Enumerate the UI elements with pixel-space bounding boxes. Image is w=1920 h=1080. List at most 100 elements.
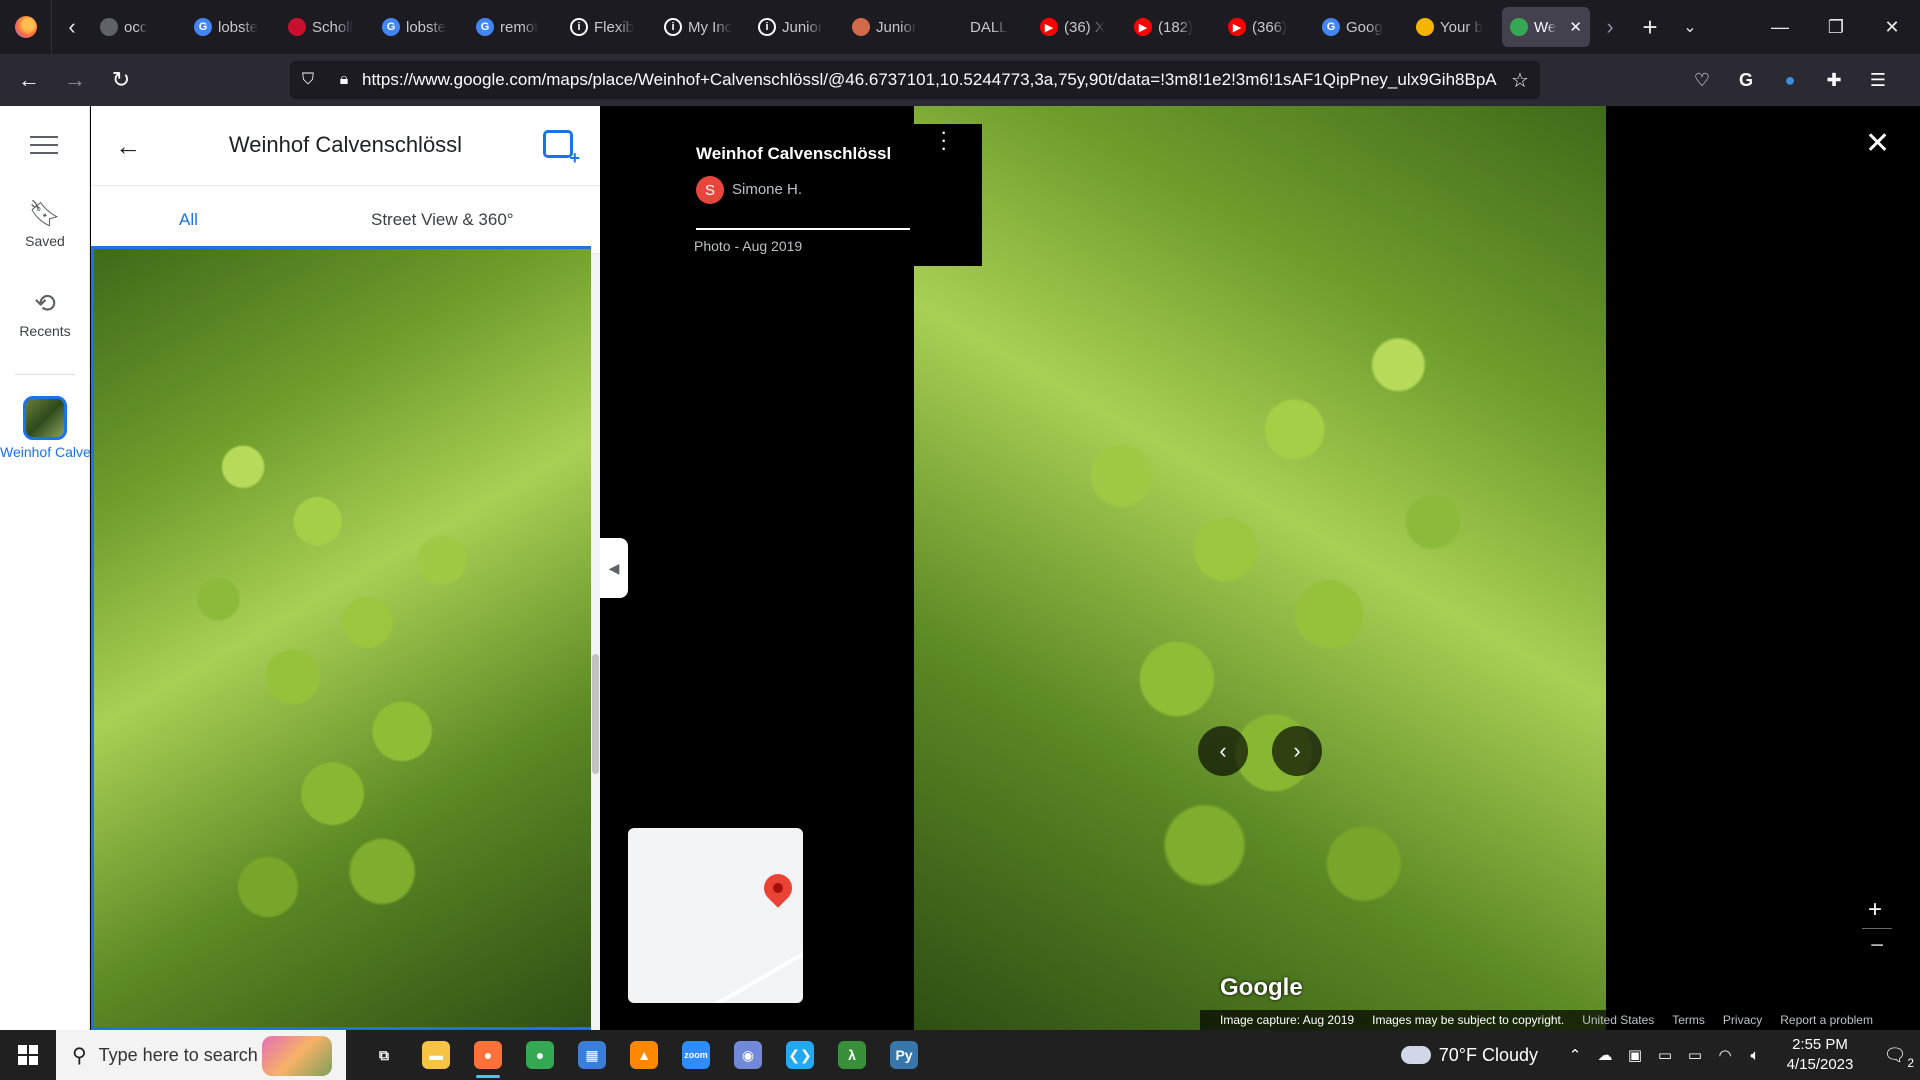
- lambda-app-icon: λ: [838, 1041, 866, 1069]
- zoom-divider: [1862, 928, 1892, 929]
- taskbar-python[interactable]: Py: [878, 1030, 930, 1080]
- author-avatar[interactable]: S: [696, 176, 724, 204]
- report-problem-link[interactable]: Report a problem: [1780, 1013, 1873, 1027]
- weather-widget[interactable]: 70°F Cloudy: [1400, 1044, 1538, 1066]
- taskbar-vlc[interactable]: ▲: [618, 1030, 670, 1080]
- url-text[interactable]: https://www.google.com/maps/place/Weinho…: [362, 70, 1500, 90]
- taskbar-vscode[interactable]: ❮❯: [774, 1030, 826, 1080]
- display-icon[interactable]: ▭: [1650, 1046, 1680, 1064]
- close-window-button[interactable]: ✕: [1864, 0, 1920, 54]
- windows-taskbar: ⚲ Type here to search ⧉ ▬ ● ● ▦ ▲ zoom ◉ ❮❯ λ Py 7…: [0, 1030, 1920, 1080]
- browser-tab[interactable]: DALL: [938, 7, 1032, 47]
- zoom-in-button[interactable]: +: [1868, 896, 1882, 924]
- tracking-protection-shield-icon[interactable]: ⛉: [290, 71, 326, 89]
- forward-button[interactable]: →: [52, 57, 98, 103]
- taskbar-firefox[interactable]: ●: [462, 1030, 514, 1080]
- next-photo-button[interactable]: ›: [1272, 726, 1322, 776]
- taskbar-discord[interactable]: ◉: [722, 1030, 774, 1080]
- weather-text: 70°F Cloudy: [1438, 1044, 1538, 1065]
- browser-tab[interactable]: G Goog: [1314, 7, 1408, 47]
- author-name[interactable]: Simone H.: [732, 181, 802, 198]
- scroll-tabs-left-icon[interactable]: ‹: [52, 0, 92, 54]
- zoom-out-button[interactable]: −: [1870, 932, 1884, 960]
- browser-tab[interactable]: i Flexib: [562, 7, 656, 47]
- google-logo: Google: [1220, 974, 1303, 1001]
- photo-place-name[interactable]: Weinhof Calvenschlössl: [696, 144, 891, 164]
- rail-saved[interactable]: 🔖︎ Saved: [0, 198, 90, 249]
- volume-icon[interactable]: 🔈︎: [1740, 1047, 1770, 1064]
- onedrive-icon[interactable]: ☁: [1590, 1046, 1620, 1064]
- browser-tab[interactable]: i Junior: [750, 7, 844, 47]
- browser-tab[interactable]: Junior: [844, 7, 938, 47]
- privacy-link[interactable]: Privacy: [1723, 1013, 1762, 1027]
- new-tab-button[interactable]: +: [1630, 0, 1670, 54]
- tab-all[interactable]: All: [179, 186, 198, 254]
- panel-title: Weinhof Calvenschlössl: [228, 132, 463, 157]
- browser-tab[interactable]: occ: [92, 7, 186, 47]
- taskbar-file-explorer[interactable]: ▬: [410, 1030, 462, 1080]
- firefox-menu-icon[interactable]: [0, 0, 52, 54]
- clock[interactable]: 2:55 PM 4/15/2023: [1770, 1035, 1870, 1075]
- previous-photo-button[interactable]: ‹: [1198, 726, 1248, 776]
- mini-map[interactable]: [628, 828, 803, 1003]
- attribution-bar: Image capture: Aug 2019 Images may be su…: [1200, 1010, 1920, 1030]
- more-options-icon[interactable]: · · ·: [940, 121, 947, 159]
- tab-street-view[interactable]: Street View & 360°: [371, 186, 514, 254]
- rail-recent-place[interactable]: Weinhof Calvenschlö: [0, 396, 90, 461]
- extension-blue-icon[interactable]: ●: [1768, 58, 1812, 102]
- extensions-puzzle-icon[interactable]: ✚: [1812, 58, 1856, 102]
- taskbar-lambda-app[interactable]: λ: [826, 1030, 878, 1080]
- app-menu-icon[interactable]: ☰: [1856, 58, 1900, 102]
- notifications-icon[interactable]: 🗨︎ 2: [1870, 1045, 1920, 1070]
- taskbar-calculator[interactable]: ▦: [566, 1030, 618, 1080]
- bookmark-star-icon[interactable]: ☆: [1500, 68, 1540, 93]
- taskbar-task-view[interactable]: ⧉: [358, 1030, 410, 1080]
- browser-tab[interactable]: We ✕: [1502, 7, 1590, 47]
- browser-tab[interactable]: ▶ (366): [1220, 7, 1314, 47]
- start-button[interactable]: [0, 1030, 56, 1080]
- rail-recents[interactable]: ⟲ Recents: [0, 288, 90, 339]
- back-button[interactable]: ←: [6, 57, 52, 103]
- show-hidden-icons-icon[interactable]: ⌃: [1560, 1046, 1590, 1064]
- grammarly-icon[interactable]: G: [1724, 58, 1768, 102]
- taskbar-zoom[interactable]: zoom: [670, 1030, 722, 1080]
- search-highlight-image: [262, 1036, 332, 1076]
- browser-tab[interactable]: ▶ (182): [1126, 7, 1220, 47]
- selected-photo-thumbnail[interactable]: [91, 246, 591, 1030]
- camera-icon[interactable]: ▣: [1620, 1046, 1650, 1064]
- browser-tab[interactable]: Globste: [374, 7, 468, 47]
- close-tab-icon[interactable]: ✕: [1569, 18, 1582, 36]
- browser-tab[interactable]: ▶ (36) X: [1032, 7, 1126, 47]
- browser-tab[interactable]: i My Inc: [656, 7, 750, 47]
- browser-tab[interactable]: Gremot: [468, 7, 562, 47]
- add-photo-camera-icon[interactable]: [543, 130, 580, 169]
- youtube-icon: ▶: [1228, 18, 1246, 36]
- wifi-icon[interactable]: ◠: [1710, 1046, 1740, 1064]
- minimize-button[interactable]: —: [1752, 0, 1808, 54]
- slides-icon: [1416, 18, 1434, 36]
- lock-icon[interactable]: 🔒︎: [326, 71, 362, 89]
- browser-tab[interactable]: Globste: [186, 7, 280, 47]
- panel-scrollbar[interactable]: [591, 254, 600, 1030]
- close-viewer-icon[interactable]: ✕: [1865, 126, 1890, 161]
- restore-button[interactable]: ❐: [1808, 0, 1864, 54]
- battery-icon[interactable]: ▭: [1680, 1046, 1710, 1064]
- region-link[interactable]: United States: [1582, 1013, 1654, 1027]
- browser-tab[interactable]: Your b: [1408, 7, 1502, 47]
- pocket-icon[interactable]: ♡: [1680, 58, 1724, 102]
- chrome-icon: ●: [526, 1041, 554, 1069]
- browser-tab[interactable]: Scholl: [280, 7, 374, 47]
- scroll-tabs-right-icon[interactable]: ›: [1590, 0, 1630, 54]
- google-icon: G: [476, 18, 494, 36]
- taskbar-chrome[interactable]: ●: [514, 1030, 566, 1080]
- main-photo[interactable]: [914, 106, 1606, 1030]
- taskbar-search-box[interactable]: ⚲ Type here to search: [56, 1030, 346, 1080]
- address-bar[interactable]: ⛉ 🔒︎ https://www.google.com/maps/place/W…: [290, 61, 1540, 99]
- reload-button[interactable]: ↻: [98, 57, 144, 103]
- terms-link[interactable]: Terms: [1672, 1013, 1705, 1027]
- list-all-tabs-button[interactable]: ⌄: [1670, 0, 1710, 54]
- hamburger-menu-icon[interactable]: [30, 136, 58, 156]
- collapse-panel-button[interactable]: ◀: [600, 538, 628, 598]
- generic-icon: [852, 18, 870, 36]
- bookmark-icon: 🔖︎: [28, 198, 62, 228]
